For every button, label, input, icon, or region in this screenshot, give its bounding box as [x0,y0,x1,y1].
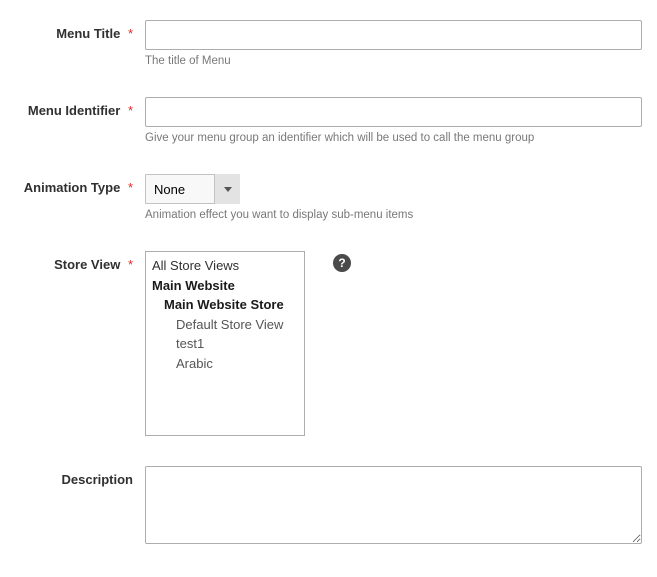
store-view-inner: All Store Views Main Website Main Websit… [145,251,642,436]
menu-title-label: Menu Title [56,26,120,41]
animation-type-field-col: None Animation effect you want to displa… [145,174,642,221]
menu-title-row: Menu Title * The title of Menu [15,20,642,67]
store-view-label-col: Store View * [15,251,145,272]
animation-type-label: Animation Type [24,180,121,195]
animation-type-row: Animation Type * None Animation effect y… [15,174,642,221]
menu-identifier-input[interactable] [145,97,642,127]
description-label-col: Description [15,466,145,487]
store-view-field-col: All Store Views Main Website Main Websit… [145,251,642,436]
menu-identifier-hint: Give your menu group an identifier which… [145,132,642,144]
store-view-label: Store View [54,257,120,272]
store-view-option[interactable]: Default Store View [146,315,304,335]
menu-identifier-row: Menu Identifier * Give your menu group a… [15,97,642,144]
store-view-option[interactable]: Arabic [146,354,304,374]
animation-type-hint: Animation effect you want to display sub… [145,209,642,221]
required-asterisk: * [128,103,133,118]
menu-title-label-col: Menu Title * [15,20,145,41]
description-field-col [145,466,642,547]
description-label: Description [61,472,133,487]
help-icon[interactable]: ? [333,254,351,272]
menu-title-field-col: The title of Menu [145,20,642,67]
store-view-option[interactable]: test1 [146,334,304,354]
description-row: Description [15,466,642,547]
required-asterisk: * [128,180,133,195]
animation-type-select-wrap: None [145,174,240,204]
menu-title-hint: The title of Menu [145,55,642,67]
required-asterisk: * [128,257,133,272]
store-view-multiselect[interactable]: All Store Views Main Website Main Websit… [145,251,305,436]
menu-identifier-label: Menu Identifier [28,103,120,118]
required-asterisk: * [128,26,133,41]
menu-identifier-label-col: Menu Identifier * [15,97,145,118]
animation-type-label-col: Animation Type * [15,174,145,195]
animation-type-select[interactable]: None [145,174,240,204]
store-view-option[interactable]: Main Website Store [146,295,304,315]
menu-identifier-field-col: Give your menu group an identifier which… [145,97,642,144]
store-view-row: Store View * All Store Views Main Websit… [15,251,642,436]
menu-title-input[interactable] [145,20,642,50]
store-view-option[interactable]: All Store Views [146,256,304,276]
description-textarea[interactable] [145,466,642,544]
store-view-option[interactable]: Main Website [146,276,304,296]
